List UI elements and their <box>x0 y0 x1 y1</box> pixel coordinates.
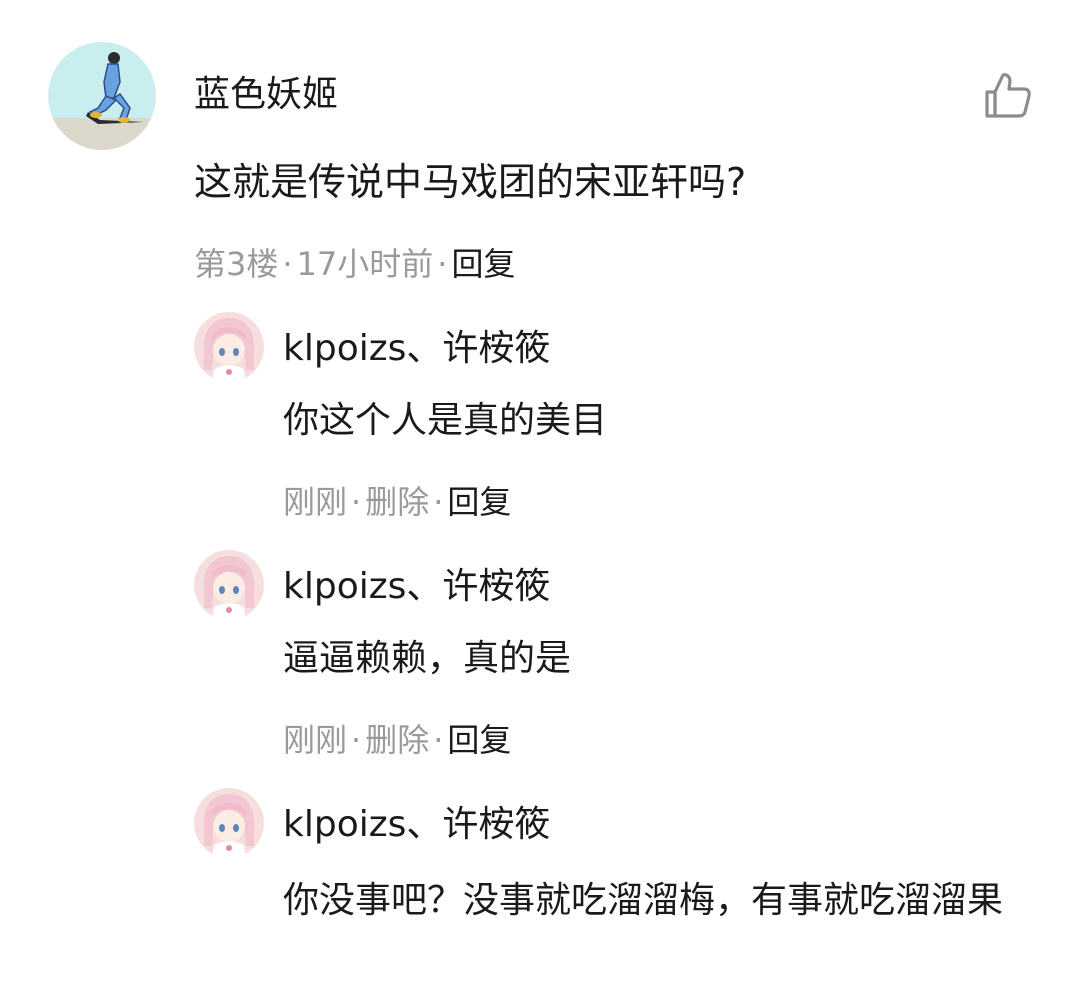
delete-button[interactable]: 删除 <box>365 483 429 521</box>
anime-girl-avatar-icon <box>194 550 264 620</box>
anime-girl-avatar-icon <box>194 788 264 858</box>
reply-text: 你这个人是真的美目 <box>283 400 608 441</box>
main-comment-meta: 第3楼 · 17小时前 · 回复 <box>194 242 515 286</box>
separator: · <box>433 721 444 759</box>
main-comment-text: 这就是传说中马戏团的宋亚轩吗? <box>194 160 747 204</box>
reply-avatar[interactable] <box>194 550 264 620</box>
reply-meta: 刚刚 · 删除 · 回复 <box>283 480 511 524</box>
delete-button[interactable]: 删除 <box>365 721 429 759</box>
reply-avatar[interactable] <box>194 788 264 858</box>
main-comment-username[interactable]: 蓝色妖姬 <box>194 70 338 120</box>
reply-username[interactable]: klpoizs、许桉筱 <box>283 324 550 374</box>
floor-number: 第3楼 <box>194 245 279 283</box>
reply-button[interactable]: 回复 <box>451 245 515 283</box>
cartoon-man-avatar-icon <box>48 42 156 150</box>
reply-username[interactable]: klpoizs、许桉筱 <box>283 562 550 612</box>
comment-time: 17小时前 <box>296 245 434 283</box>
reply-avatar[interactable] <box>194 312 264 382</box>
main-comment-avatar[interactable] <box>48 42 156 150</box>
separator: · <box>351 483 362 521</box>
separator: · <box>351 721 362 759</box>
reply-text: 逼逼赖赖，真的是 <box>283 638 572 679</box>
reply-time: 刚刚 <box>283 483 348 521</box>
reply-button[interactable]: 回复 <box>447 721 511 759</box>
thumbs-up-icon <box>985 73 1031 118</box>
separator: · <box>437 245 448 283</box>
separator: · <box>282 245 293 283</box>
like-button[interactable] <box>982 70 1034 122</box>
reply-username[interactable]: klpoizs、许桉筱 <box>283 800 550 850</box>
reply-text: 你没事吧？没事就吃溜溜梅，有事就吃溜溜果 <box>283 880 1004 921</box>
reply-time: 刚刚 <box>283 721 348 759</box>
reply-meta: 刚刚 · 删除 · 回复 <box>283 718 511 762</box>
reply-button[interactable]: 回复 <box>447 483 511 521</box>
separator: · <box>433 483 444 521</box>
anime-girl-avatar-icon <box>194 312 264 382</box>
